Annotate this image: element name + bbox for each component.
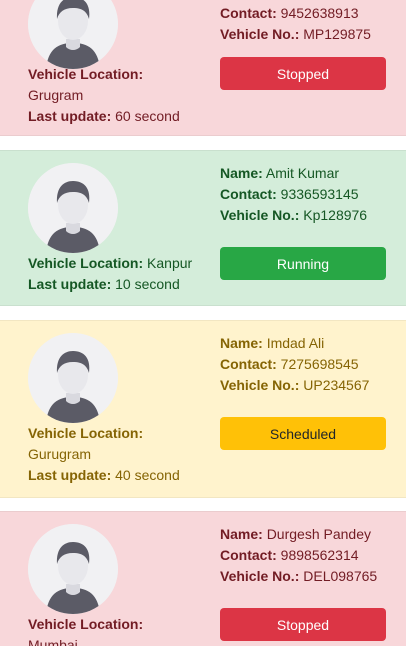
status-button[interactable]: Scheduled bbox=[220, 417, 386, 450]
name-line: Name: Amit Kumar bbox=[220, 165, 340, 181]
status-button[interactable]: Stopped bbox=[220, 608, 386, 641]
vehicle-location-label: Vehicle Location: bbox=[28, 425, 144, 441]
vehicle-no-line: Vehicle No.: DEL098765 bbox=[220, 568, 378, 584]
contact-value: 7275698545 bbox=[280, 356, 359, 372]
vehicle-card: Contact: 9452638913 Vehicle No.: MP12987… bbox=[0, 0, 406, 136]
user-avatar-icon bbox=[28, 333, 118, 423]
contact-value: 9336593145 bbox=[280, 186, 359, 202]
status-button[interactable]: Running bbox=[220, 247, 386, 280]
contact-line: Contact: 9898562314 bbox=[220, 547, 359, 563]
last-update-value: 60 second bbox=[115, 108, 180, 124]
last-update-line: Last update: 40 second bbox=[28, 467, 180, 483]
vehicle-card: Name: Imdad Ali Contact: 7275698545 Vehi… bbox=[0, 320, 406, 498]
contact-value: 9452638913 bbox=[280, 5, 359, 21]
contact-line: Contact: 7275698545 bbox=[220, 356, 359, 372]
last-update-value: 10 second bbox=[115, 276, 180, 292]
vehicle-location-value: Gurugram bbox=[28, 446, 92, 462]
vehicle-location-value: Grugram bbox=[28, 87, 84, 103]
last-update-line: Last update: 60 second bbox=[28, 108, 180, 124]
vehicle-no-line: Vehicle No.: Kp128976 bbox=[220, 207, 368, 223]
contact-line: Contact: 9452638913 bbox=[220, 5, 359, 21]
vehicle-location-label: Vehicle Location: bbox=[28, 616, 144, 632]
status-button[interactable]: Stopped bbox=[220, 57, 386, 90]
vehicle-location-label: Vehicle Location: bbox=[28, 66, 144, 82]
vehicle-location-value: Mumbai bbox=[28, 637, 78, 646]
vehicle-no-value: DEL098765 bbox=[303, 568, 378, 584]
vehicle-card: Name: Durgesh Pandey Contact: 9898562314… bbox=[0, 511, 406, 646]
vehicle-location-line: Vehicle Location: Kanpur bbox=[28, 255, 193, 271]
contact-line: Contact: 9336593145 bbox=[220, 186, 359, 202]
user-avatar-icon bbox=[28, 0, 118, 69]
vehicle-no-line: Vehicle No.: UP234567 bbox=[220, 377, 370, 393]
user-avatar-icon bbox=[28, 163, 118, 253]
vehicle-card: Name: Amit Kumar Contact: 9336593145 Veh… bbox=[0, 150, 406, 306]
name-value: Durgesh Pandey bbox=[266, 526, 371, 542]
vehicle-no-value: Kp128976 bbox=[303, 207, 368, 223]
name-value: Amit Kumar bbox=[265, 165, 340, 181]
vehicle-no-value: MP129875 bbox=[303, 26, 371, 42]
last-update-line: Last update: 10 second bbox=[28, 276, 180, 292]
vehicle-no-line: Vehicle No.: MP129875 bbox=[220, 26, 371, 42]
name-value: Imdad Ali bbox=[266, 335, 325, 351]
vehicle-no-value: UP234567 bbox=[303, 377, 370, 393]
contact-value: 9898562314 bbox=[280, 547, 359, 563]
name-line: Name: Durgesh Pandey bbox=[220, 526, 371, 542]
user-avatar-icon bbox=[28, 524, 118, 614]
vehicle-location-value: Kanpur bbox=[147, 255, 193, 271]
last-update-value: 40 second bbox=[115, 467, 180, 483]
name-line: Name: Imdad Ali bbox=[220, 335, 325, 351]
